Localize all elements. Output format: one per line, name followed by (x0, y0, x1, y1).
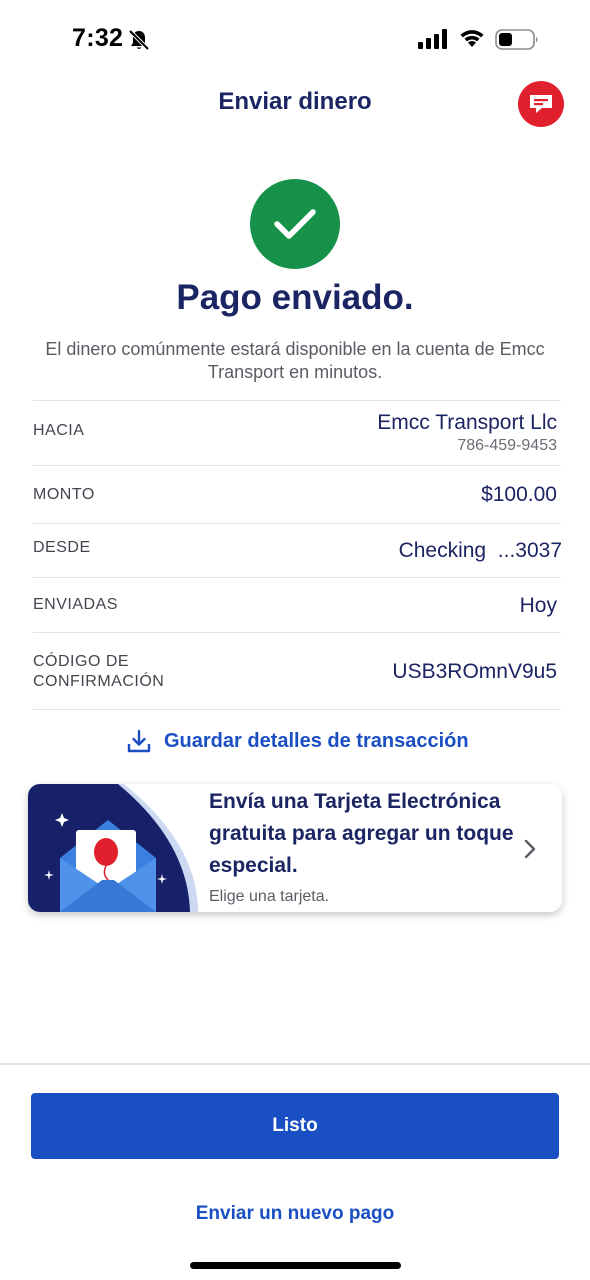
new-payment-link[interactable]: Enviar un nuevo pago (0, 1203, 590, 1225)
detail-label: MONTO (33, 486, 95, 503)
confirmation-code: USB3ROmnV9u5 (392, 660, 557, 683)
bell-slash-icon (128, 29, 150, 51)
success-check-icon (250, 179, 340, 269)
ecard-promo-card[interactable]: Envía una Tarjeta Electrónica gratuita p… (28, 784, 562, 912)
cellular-signal-icon (418, 29, 447, 49)
detail-row-sent: ENVIADAS Hoy (33, 578, 561, 633)
detail-label: ENVIADAS (33, 596, 118, 613)
page-title: Enviar dinero (218, 88, 372, 115)
sent-date-value: Hoy (519, 594, 557, 617)
detail-row-confirmation: CÓDIGO DE CONFIRMACIÓN USB3ROmnV9u5 (33, 633, 561, 710)
bottom-divider (0, 1063, 590, 1065)
battery-icon (495, 29, 538, 50)
detail-row-amount: MONTO $100.00 (33, 466, 561, 524)
detail-label: CÓDIGO DE CONFIRMACIÓN (33, 653, 165, 690)
recipient-phone: 786-459-9453 (457, 437, 557, 454)
save-details-link[interactable]: Guardar detalles de transacción (126, 726, 469, 756)
download-icon (127, 729, 151, 753)
chat-button[interactable] (518, 81, 564, 127)
ecard-subtitle: Elige una tarjeta. (209, 888, 330, 905)
ecard-title: Envía una Tarjeta Electrónica gratuita p… (209, 790, 514, 877)
success-title: Pago enviado. (176, 278, 414, 317)
wifi-icon (460, 30, 484, 47)
chevron-right-icon (524, 839, 536, 859)
status-time: 7:32 (72, 24, 124, 52)
detail-row-to: HACIA Emcc Transport Llc 786-459-9453 (33, 401, 561, 466)
from-account-value: Checking ...3037 (398, 539, 562, 562)
detail-row-from: DESDE Checking ...3037 (33, 524, 562, 578)
recipient-name: Emcc Transport Llc (377, 411, 557, 434)
success-message: El dinero comúnmente estará disponible e… (45, 339, 545, 382)
amount-value: $100.00 (481, 483, 557, 506)
detail-label: DESDE (33, 539, 91, 556)
detail-label: HACIA (33, 422, 85, 439)
save-details-label: Guardar detalles de transacción (164, 729, 469, 752)
home-indicator (190, 1262, 401, 1269)
status-bar: 7:32 (0, 0, 590, 80)
ecard-envelope-illustration (28, 784, 198, 912)
transaction-details: HACIA Emcc Transport Llc 786-459-9453 MO… (33, 400, 562, 710)
done-button[interactable]: Listo (31, 1093, 559, 1159)
chat-bubble-icon (530, 95, 552, 113)
